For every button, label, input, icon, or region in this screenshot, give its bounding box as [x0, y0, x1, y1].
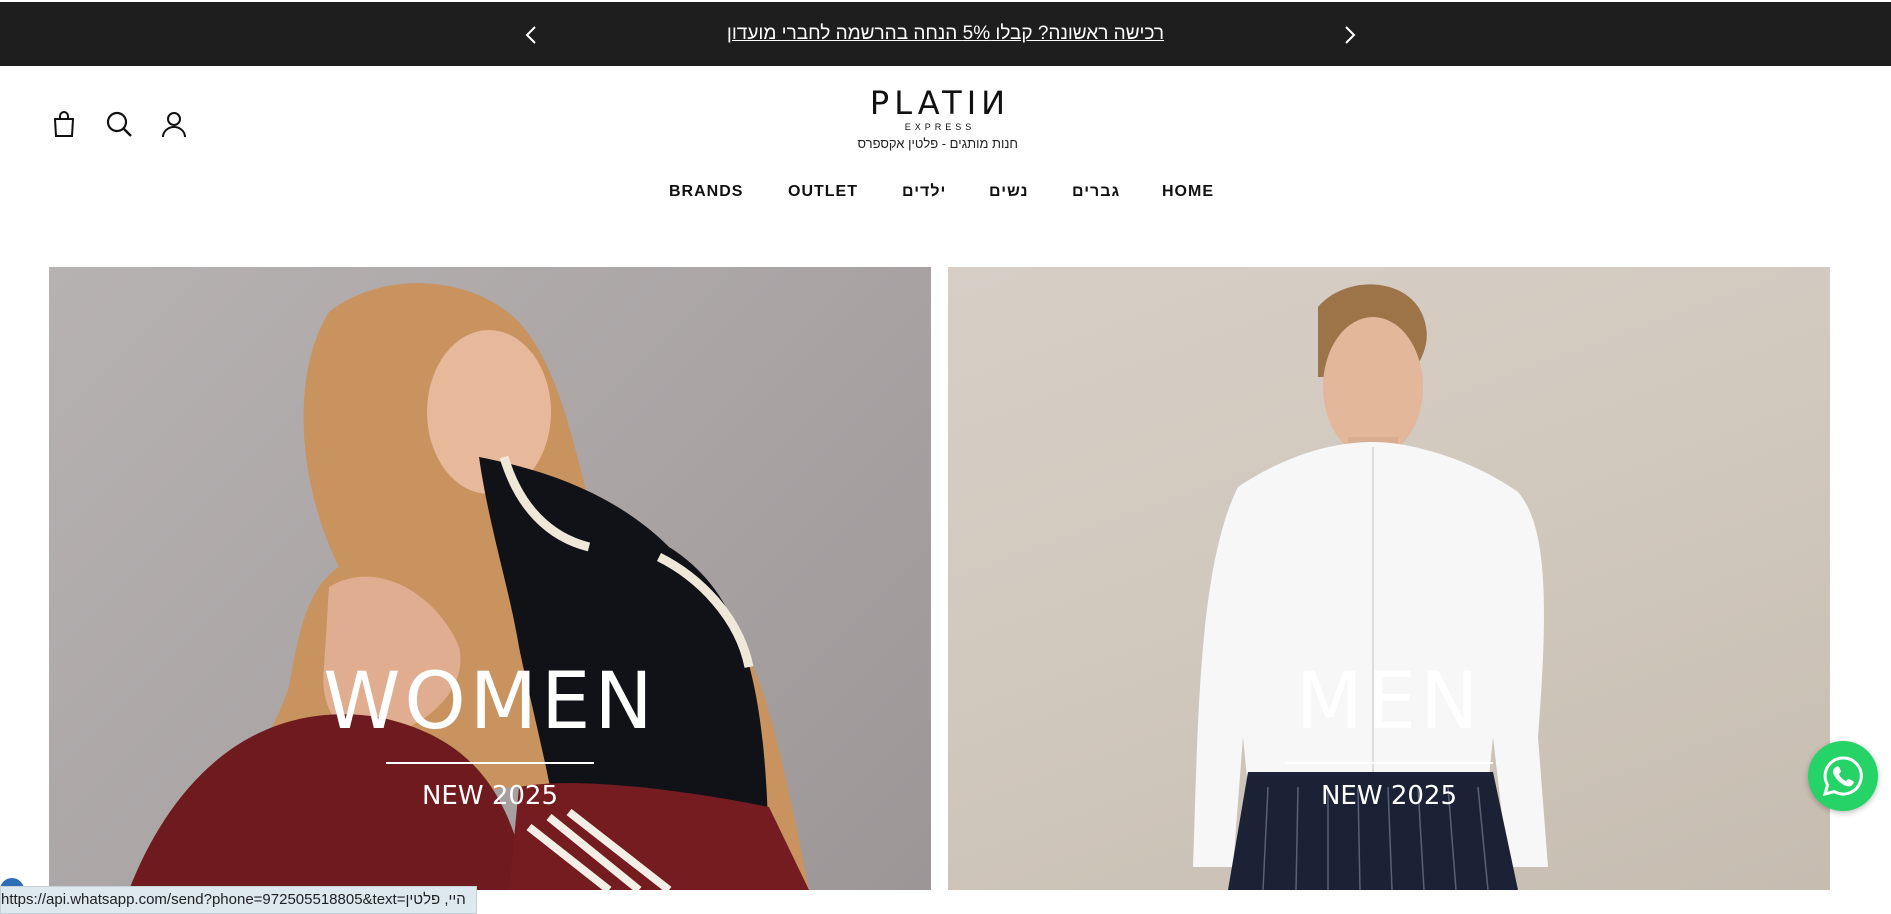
nav-item-home[interactable]: HOME [1162, 183, 1214, 201]
logo-wordmark: PLATIИ [869, 84, 1011, 122]
shopping-bag-icon[interactable] [48, 108, 80, 140]
nav-item-outlet[interactable]: OUTLET [788, 183, 858, 201]
main-nav: BRANDS OUTLET ילדים נשים גברים HOME [0, 183, 1891, 203]
nav-item-brands[interactable]: BRANDS [669, 183, 743, 201]
browser-status-url: https://api.whatsapp.com/send?phone=9725… [0, 886, 477, 914]
men-banner-title: MEN [1295, 657, 1483, 747]
logo-subtitle: EXPRESS [904, 122, 976, 132]
site-logo[interactable]: PLATIИ EXPRESS חנות מותגים - פלטין אקספר… [857, 84, 1018, 152]
nav-item-women[interactable]: נשים [989, 183, 1029, 201]
whatsapp-icon [1822, 756, 1863, 797]
nav-item-kids[interactable]: ילדים [902, 183, 946, 201]
announcement-bar: רכישה ראשונה? קבלו 5% הנחה בהרשמה לחברי … [0, 2, 1891, 66]
men-banner[interactable]: MEN NEW 2025 [948, 267, 1830, 890]
account-icon[interactable] [158, 108, 190, 140]
nav-item-men[interactable]: גברים [1072, 183, 1120, 201]
men-banner-divider [1285, 762, 1493, 764]
chevron-right-icon[interactable] [1339, 24, 1359, 46]
whatsapp-button[interactable] [1808, 741, 1878, 811]
women-banner-subtitle: NEW 2025 [421, 781, 559, 811]
men-banner-subtitle: NEW 2025 [1320, 781, 1458, 811]
announcement-link[interactable]: רכישה ראשונה? קבלו 5% הנחה בהרשמה לחברי … [0, 23, 1891, 45]
women-banner-divider [386, 762, 594, 764]
women-banner[interactable]: WOMEN NEW 2025 [49, 267, 931, 890]
women-banner-title: WOMEN [323, 657, 657, 747]
search-icon[interactable] [103, 108, 135, 140]
logo-tagline: חנות מותגים - פלטין אקספרס [857, 136, 1018, 151]
